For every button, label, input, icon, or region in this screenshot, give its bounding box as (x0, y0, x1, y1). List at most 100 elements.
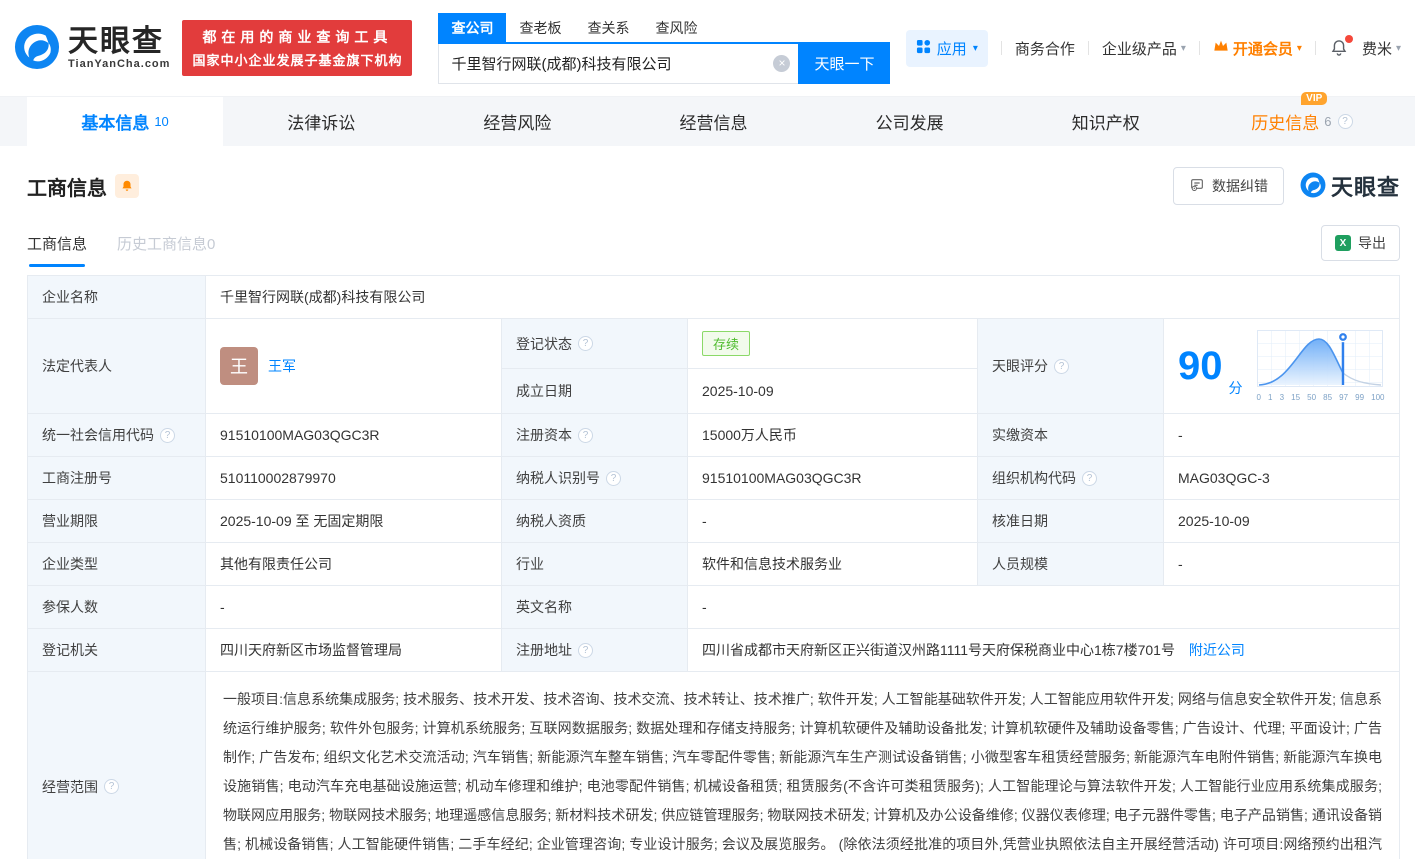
search-tab-relation[interactable]: 查关系 (574, 13, 642, 42)
field-label-address: 注册地址 ? (502, 629, 688, 672)
tab-label: 法律诉讼 (287, 109, 355, 134)
tab-basic-info[interactable]: 基本信息 10 (27, 97, 223, 146)
tab-operating-info[interactable]: 经营信息 (615, 97, 811, 146)
field-value-est-date: 2025-10-09 (688, 369, 978, 414)
field-value-reg-capital: 15000万人民币 (688, 414, 978, 457)
data-correction-button[interactable]: 数据纠错 (1173, 167, 1284, 205)
tab-history-info[interactable]: 历史信息 VIP 6 ? (1204, 97, 1400, 146)
tab-count: 10 (154, 114, 168, 129)
search-tab-boss[interactable]: 查老板 (506, 13, 574, 42)
field-label-company-type: 企业类型 (28, 543, 206, 586)
user-menu[interactable]: 费米 ▾ (1362, 38, 1401, 59)
tab-label: 经营信息 (679, 109, 747, 134)
field-value-approve-date: 2025-10-09 (1164, 500, 1400, 543)
score-unit: 分 (1229, 378, 1243, 398)
question-icon[interactable]: ? (1338, 114, 1353, 129)
question-icon[interactable]: ? (160, 428, 175, 443)
field-label-paid-capital: 实缴资本 (978, 414, 1164, 457)
search-tab-risk[interactable]: 查风险 (642, 13, 710, 42)
subtab-history-business-info[interactable]: 历史工商信息0 (117, 233, 215, 267)
notification-dot (1345, 35, 1353, 43)
search-tab-company[interactable]: 查公司 (438, 13, 506, 42)
notification-bell-icon[interactable] (1329, 38, 1349, 58)
field-label-text: 组织机构代码 (992, 468, 1076, 488)
avatar[interactable]: 王 (220, 347, 258, 385)
field-label-approve-date: 核准日期 (978, 500, 1164, 543)
divider (1001, 41, 1002, 55)
question-icon[interactable]: ? (1054, 359, 1069, 374)
table-row: 登记机关 四川天府新区市场监督管理局 注册地址 ? 四川省成都市天府新区正兴街道… (28, 629, 1400, 672)
field-label-reg-no: 工商注册号 (28, 457, 206, 500)
field-value-legal-rep: 王 王军 (206, 319, 502, 414)
field-value-paid-capital: - (1164, 414, 1400, 457)
question-icon[interactable]: ? (104, 779, 119, 794)
tianyancha-watermark: 天眼查 (1300, 170, 1400, 202)
tianyancha-logo[interactable]: 天眼查 TianYanCha.com (14, 24, 170, 73)
nav-open-vip[interactable]: 开通会员 ▾ (1213, 38, 1302, 59)
status-badge: 存续 (702, 331, 750, 356)
search-input[interactable] (451, 55, 773, 72)
table-row: 法定代表人 王 王军 登记状态 ? 存续 天眼评分 ? 90 分 (28, 319, 1400, 369)
divider (1315, 41, 1316, 55)
nearby-companies-link[interactable]: 附近公司 (1189, 642, 1245, 658)
export-button[interactable]: X 导出 (1321, 225, 1400, 261)
table-row: 企业类型 其他有限责任公司 行业 软件和信息技术服务业 人员规模 - (28, 543, 1400, 586)
caret-down-icon: ▾ (1181, 43, 1186, 54)
tab-operating-risk[interactable]: 经营风险 (419, 97, 615, 146)
table-row: 企业名称 千里智行网联(成都)科技有限公司 (28, 276, 1400, 319)
question-icon[interactable]: ? (578, 428, 593, 443)
question-icon[interactable]: ? (606, 471, 621, 486)
apps-menu[interactable]: 应用 ▾ (906, 30, 988, 67)
excel-icon: X (1335, 235, 1351, 251)
field-label-credit-code: 统一社会信用代码 ? (28, 414, 206, 457)
subtab-business-info[interactable]: 工商信息 (27, 233, 87, 267)
legal-rep-link[interactable]: 王军 (268, 356, 296, 376)
clear-icon[interactable]: × (773, 55, 790, 72)
username: 费米 (1362, 38, 1392, 59)
nav-business-cooperation[interactable]: 商务合作 (1015, 38, 1075, 59)
search-button[interactable]: 天眼一下 (798, 44, 890, 84)
field-value-authority: 四川天府新区市场监督管理局 (206, 629, 502, 672)
apps-grid-icon (916, 39, 931, 58)
divider (1199, 41, 1200, 55)
search-area: 查公司 查老板 查关系 查风险 × 天眼一下 (438, 13, 890, 84)
caret-down-icon: ▾ (973, 43, 978, 54)
field-label-tyc-score: 天眼评分 ? (978, 319, 1164, 414)
field-label-est-date: 成立日期 (502, 369, 688, 414)
tab-company-development[interactable]: 公司发展 (812, 97, 1008, 146)
search-tabs: 查公司 查老板 查关系 查风险 (438, 13, 890, 44)
field-value-company-type: 其他有限责任公司 (206, 543, 502, 586)
field-label-text: 天眼评分 (992, 356, 1048, 376)
tab-intellectual-property[interactable]: 知识产权 (1008, 97, 1204, 146)
business-info-table: 企业名称 千里智行网联(成都)科技有限公司 法定代表人 王 王军 登记状态 ? … (27, 275, 1400, 859)
tab-legal-proceedings[interactable]: 法律诉讼 (223, 97, 419, 146)
question-icon[interactable]: ? (578, 643, 593, 658)
subtab-row: 工商信息 历史工商信息0 X 导出 (0, 205, 1415, 267)
field-label-text: 注册地址 (516, 640, 572, 660)
field-value-credit-code: 91510100MAG03QGC3R (206, 414, 502, 457)
nav-enterprise-products[interactable]: 企业级产品 ▾ (1102, 38, 1186, 59)
field-label-company-name: 企业名称 (28, 276, 206, 319)
watermark-text: 天眼查 (1331, 170, 1400, 202)
monitor-bell-icon[interactable] (115, 174, 139, 198)
field-label-term: 营业期限 (28, 500, 206, 543)
field-label-text: 纳税人识别号 (516, 468, 600, 488)
enterprise-label: 企业级产品 (1102, 38, 1177, 59)
field-value-staff: - (1164, 543, 1400, 586)
section-header: 工商信息 数据纠错 (0, 146, 1415, 205)
field-label-org-code: 组织机构代码 ? (978, 457, 1164, 500)
tab-label: 知识产权 (1072, 109, 1140, 134)
company-nav-tabs: 基本信息 10 法律诉讼 经营风险 经营信息 公司发展 知识产权 历史信息 VI… (0, 96, 1415, 146)
question-icon[interactable]: ? (578, 336, 593, 351)
field-label-taxpayer-quality: 纳税人资质 (502, 500, 688, 543)
question-icon[interactable]: ? (1082, 471, 1097, 486)
score-axis-labels: 01 315 5085 9799 100 (1257, 393, 1385, 402)
caret-down-icon: ▾ (1297, 43, 1302, 54)
data-correction-label: 数据纠错 (1212, 176, 1268, 196)
table-row: 营业期限 2025-10-09 至 无固定期限 纳税人资质 - 核准日期 202… (28, 500, 1400, 543)
field-value-industry: 软件和信息技术服务业 (688, 543, 978, 586)
vip-badge: VIP (1301, 92, 1327, 105)
score-distribution-chart[interactable]: 01 315 5085 9799 100 (1257, 330, 1385, 402)
field-value-tyc-score: 90 分 (1164, 319, 1400, 414)
tianyancha-swirl-icon (14, 24, 60, 73)
